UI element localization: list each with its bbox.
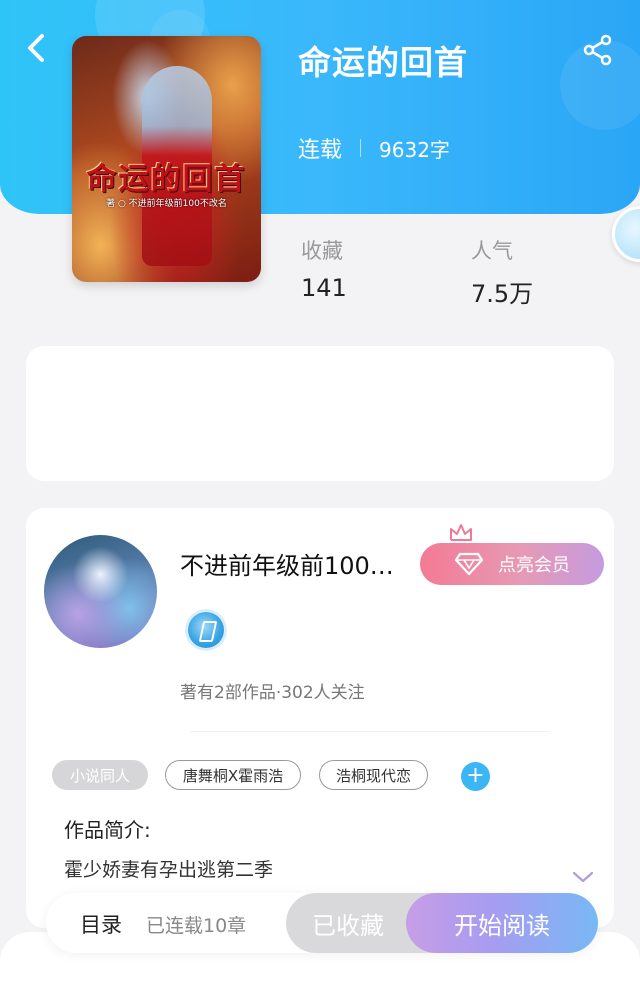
collect-value: 141 bbox=[301, 274, 347, 302]
vip-button-label: 点亮会员 bbox=[498, 555, 570, 576]
toc-button[interactable]: 目录 bbox=[80, 909, 122, 939]
collect-label: 收藏 bbox=[301, 239, 343, 263]
crown-icon bbox=[450, 524, 472, 541]
cover-title: 命运的回首 bbox=[86, 162, 247, 197]
divider bbox=[190, 731, 550, 732]
word-count: 9632字 bbox=[379, 137, 450, 162]
start-reading-label: 开始阅读 bbox=[454, 911, 550, 940]
plus-icon: + bbox=[466, 763, 485, 788]
popularity-label: 人气 bbox=[471, 239, 513, 263]
tag-genre[interactable]: 小说同人 bbox=[52, 760, 148, 790]
book-meta: 连载 9632字 bbox=[298, 132, 450, 164]
cover-subtitle: 著 ○ 不进前年级前100不改名 bbox=[106, 199, 227, 209]
add-tag-button[interactable]: + bbox=[461, 762, 490, 791]
chapter-count: 已连载10章 bbox=[146, 915, 247, 937]
empty-card bbox=[26, 346, 614, 481]
book-title: 命运的回首 bbox=[298, 43, 468, 82]
chevron-left-icon bbox=[28, 34, 44, 62]
popularity-value: 7.5万 bbox=[471, 280, 534, 308]
author-level-badge-icon bbox=[188, 612, 224, 648]
author-name[interactable]: 不进前年级前100… bbox=[180, 546, 430, 581]
intro-text: 霍少娇妻有孕出逃第二季 bbox=[64, 859, 274, 881]
start-reading-button[interactable]: 开始阅读 bbox=[406, 893, 598, 953]
share-icon bbox=[583, 34, 612, 66]
share-button[interactable] bbox=[576, 28, 620, 72]
book-cover[interactable]: 命运的回首 著 ○ 不进前年级前100不改名 bbox=[72, 36, 261, 282]
author-avatar[interactable] bbox=[44, 535, 157, 648]
tag-pairing[interactable]: 唐舞桐X霍雨浩 bbox=[165, 760, 301, 790]
diamond-icon bbox=[454, 552, 484, 576]
vip-button[interactable]: 点亮会员 bbox=[420, 543, 604, 585]
floating-bubble-icon[interactable] bbox=[612, 206, 640, 262]
serial-status: 连载 bbox=[298, 138, 343, 163]
chevron-down-icon[interactable] bbox=[572, 870, 594, 884]
author-works-summary: 著有2部作品·302人关注 bbox=[180, 683, 365, 703]
intro-label: 作品简介: bbox=[64, 818, 151, 842]
collected-button-label: 已收藏 bbox=[312, 911, 384, 940]
back-button[interactable] bbox=[18, 28, 54, 68]
meta-divider bbox=[360, 139, 362, 157]
tag-theme[interactable]: 浩桐现代恋 bbox=[319, 760, 428, 790]
